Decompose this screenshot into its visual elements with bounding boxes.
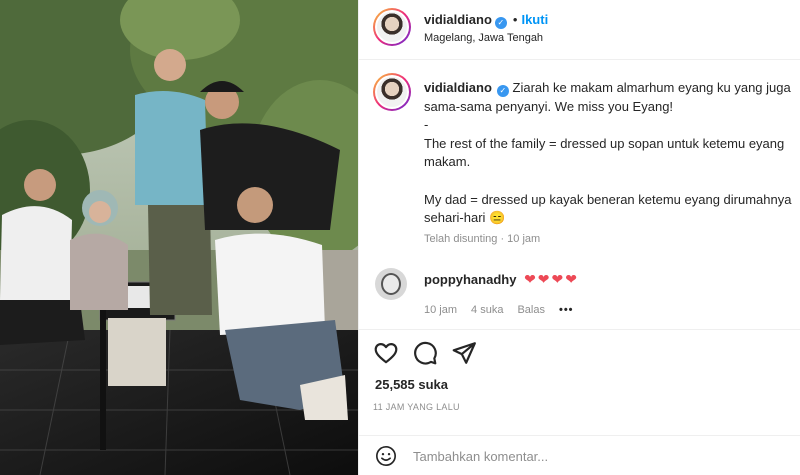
verified-badge-icon: ✓ [496, 85, 509, 97]
caption-username[interactable]: vidialdiano [424, 80, 492, 95]
post-details-panel: vidialdiano ✓ • Ikuti Magelang, Jawa Tengah… [358, 0, 800, 475]
comment-likes[interactable]: 4 suka [471, 304, 503, 316]
post-caption: vidialdiano ✓ Ziarah ke makam almarhum ey… [424, 79, 800, 228]
post-photo[interactable] [0, 0, 358, 475]
verified-badge-icon: ✓ [494, 17, 507, 29]
like-count[interactable]: 25,585 suka [375, 377, 448, 392]
caption-edited-meta: Telah disunting · 10 jam [424, 233, 541, 245]
group-photo-illustration [0, 0, 358, 475]
comment-input[interactable] [413, 444, 783, 468]
comments-section[interactable]: vidialdiano ✓ Ziarah ke makam almarhum ey… [359, 61, 800, 329]
edited-label: Telah disunting [424, 233, 498, 245]
caption-text: Ziarah ke makam almarhum eyang ku yang j… [424, 80, 792, 226]
caption-author-avatar[interactable] [373, 73, 411, 111]
commenter-avatar[interactable] [375, 268, 407, 300]
comment-username[interactable]: poppyhanadhy [424, 272, 516, 287]
comment-text: ❤❤❤❤ [524, 271, 579, 287]
follow-button[interactable]: Ikuti [521, 12, 548, 27]
author-username[interactable]: vidialdiano [424, 12, 492, 27]
emoji-icon[interactable] [375, 445, 397, 467]
separator-dot: • [512, 12, 518, 27]
add-comment-bar [359, 435, 800, 475]
reply-button[interactable]: Balas [517, 304, 545, 316]
comment: poppyhanadhy ❤❤❤❤ [424, 271, 579, 288]
comment-meta: 10 jam 4 suka Balas ••• [424, 304, 588, 316]
heart-icon[interactable] [373, 340, 399, 366]
comment-time[interactable]: 10 jam [424, 304, 457, 316]
post-header: vidialdiano ✓ • Ikuti Magelang, Jawa Tengah [359, 0, 800, 60]
edited-time: 10 jam [507, 233, 541, 245]
comment-more-button[interactable]: ••• [559, 304, 574, 316]
share-icon[interactable] [451, 340, 477, 366]
author-info: vidialdiano ✓ • Ikuti [424, 11, 548, 29]
post-timestamp[interactable]: 11 JAM YANG LALU [373, 402, 460, 412]
post-actions [359, 329, 800, 373]
author-avatar[interactable] [373, 8, 411, 46]
comment-icon[interactable] [412, 340, 438, 366]
post-location[interactable]: Magelang, Jawa Tengah [424, 32, 543, 44]
